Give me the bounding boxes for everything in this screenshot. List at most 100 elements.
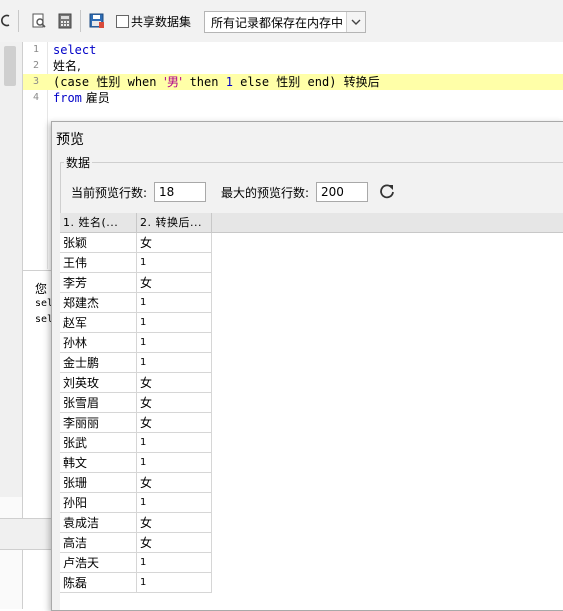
cell-name[interactable]: 袁成洁: [60, 513, 137, 533]
share-dataset-checkbox[interactable]: [116, 15, 129, 28]
table-row[interactable]: 孙林 1: [60, 333, 212, 353]
code-line: 4 from 雇员: [23, 90, 563, 106]
toolbar: 共享数据集 所有记录都保存在内存中: [0, 0, 563, 43]
message-text: 您: [35, 282, 48, 296]
code-token: from: [53, 91, 82, 105]
table-row[interactable]: 赵军 1: [60, 313, 212, 333]
cell-name[interactable]: 李丽丽: [60, 413, 137, 433]
code-token: 雇员: [81, 91, 110, 105]
table-row[interactable]: 韩文 1: [60, 453, 212, 473]
cell-name[interactable]: 孙林: [60, 333, 137, 353]
cell-converted[interactable]: 1: [137, 573, 212, 593]
table-row[interactable]: 孙阳 1: [60, 493, 212, 513]
cell-name[interactable]: 卢浩天: [60, 553, 137, 573]
toolbar-divider: [80, 10, 81, 32]
line-number: 2: [32, 60, 39, 71]
cell-converted[interactable]: 1: [137, 353, 212, 373]
table-row[interactable]: 陈磊 1: [60, 573, 212, 593]
cell-name[interactable]: 张武: [60, 433, 137, 453]
code-token: 1: [225, 75, 233, 89]
cell-name[interactable]: 陈磊: [60, 573, 137, 593]
refresh-icon[interactable]: [0, 12, 18, 30]
cell-converted[interactable]: 女: [137, 513, 212, 533]
code-token: (case: [53, 75, 97, 89]
max-rows-label: 最大的预览行数:: [221, 186, 310, 200]
memory-mode-value: 所有记录都保存在内存中: [211, 16, 344, 30]
cell-name[interactable]: 张雪眉: [60, 393, 137, 413]
cell-converted[interactable]: 女: [137, 413, 212, 433]
code-token: else: [232, 75, 277, 89]
cell-converted[interactable]: 1: [137, 493, 212, 513]
cell-name[interactable]: 张珊: [60, 473, 137, 493]
table-row[interactable]: 李芳女: [60, 273, 212, 293]
code-token: when: [120, 75, 164, 89]
cell-name[interactable]: 金士鹏: [60, 353, 137, 373]
preview-dialog: 预览 数据 当前预览行数: 18 最大的预览行数: 200 1. 姓名(... …: [51, 121, 563, 611]
cell-converted[interactable]: 女: [137, 273, 212, 293]
code-line-highlighted: 3 (case 性别 when '男' then 1 else 性别 end) …: [23, 74, 563, 90]
cell-converted[interactable]: 1: [137, 253, 212, 273]
table-row[interactable]: 李丽丽女: [60, 413, 212, 433]
left-scrollbar[interactable]: [4, 46, 16, 86]
cell-name[interactable]: 孙阳: [60, 493, 137, 513]
cell-converted[interactable]: 1: [137, 553, 212, 573]
code-token: '男': [163, 75, 183, 89]
save-icon[interactable]: [88, 12, 106, 30]
code-token: 转换后: [343, 75, 380, 89]
table-row[interactable]: 张颖女: [60, 233, 212, 253]
cell-name[interactable]: 韩文: [60, 453, 137, 473]
cell-name[interactable]: 高洁: [60, 533, 137, 553]
cell-converted[interactable]: 女: [137, 233, 212, 253]
table-row[interactable]: 张珊女: [60, 473, 212, 493]
cell-name[interactable]: 李芳: [60, 273, 137, 293]
cell-name[interactable]: 刘英玫: [60, 373, 137, 393]
calculator-icon[interactable]: [56, 12, 74, 30]
table-row[interactable]: 高洁女: [60, 533, 212, 553]
grid-header: 1. 姓名(... 2. 转换后...: [60, 213, 563, 233]
cell-converted[interactable]: 女: [137, 373, 212, 393]
preview-grid[interactable]: 1. 姓名(... 2. 转换后... 张颖女王伟 1 李芳女郑建杰 1 赵军 1 孙林 1 金…: [60, 213, 563, 610]
table-row[interactable]: 金士鹏 1: [60, 353, 212, 373]
cell-converted[interactable]: 女: [137, 473, 212, 493]
cell-converted[interactable]: 女: [137, 393, 212, 413]
code-text: select: [53, 43, 97, 57]
max-rows-value: 200: [321, 185, 344, 199]
max-rows-input[interactable]: 200: [316, 182, 368, 202]
cell-converted[interactable]: 1: [137, 333, 212, 353]
grid-empty-area: [212, 233, 563, 610]
column-header-converted[interactable]: 2. 转换后...: [137, 213, 212, 232]
current-rows-value: 18: [159, 185, 175, 199]
table-row[interactable]: 卢浩天 1: [60, 553, 212, 573]
preview-icon[interactable]: [30, 12, 48, 30]
cell-name[interactable]: 赵军: [60, 313, 137, 333]
cell-name[interactable]: 郑建杰: [60, 293, 137, 313]
left-panel-bottom: [0, 497, 22, 609]
cell-converted[interactable]: 1: [137, 293, 212, 313]
cell-name[interactable]: 王伟: [60, 253, 137, 273]
code-line: 1 select: [23, 42, 563, 58]
refresh-icon[interactable]: [378, 182, 396, 200]
share-dataset-label: 共享数据集: [131, 15, 192, 29]
current-rows-input[interactable]: 18: [154, 182, 206, 202]
line-number: 4: [32, 92, 39, 103]
table-row[interactable]: 袁成洁女: [60, 513, 212, 533]
table-row[interactable]: 王伟 1: [60, 253, 212, 273]
table-row[interactable]: 刘英玫女: [60, 373, 212, 393]
line-number: 3: [32, 76, 39, 87]
code-token: end): [300, 75, 344, 89]
column-header-name[interactable]: 1. 姓名(...: [60, 213, 137, 232]
table-row[interactable]: 郑建杰 1: [60, 293, 212, 313]
group-label: 数据: [64, 154, 93, 171]
cell-converted[interactable]: 女: [137, 533, 212, 553]
table-row[interactable]: 张武 1: [60, 433, 212, 453]
code-text: (case 性别 when '男' then 1 else 性别 end) 转换…: [53, 74, 380, 90]
table-row[interactable]: 张雪眉女: [60, 393, 212, 413]
toolbar-divider: [18, 10, 19, 32]
cell-converted[interactable]: 1: [137, 433, 212, 453]
code-token: then: [182, 75, 226, 89]
cell-converted[interactable]: 1: [137, 313, 212, 333]
chevron-down-icon[interactable]: [346, 12, 365, 32]
cell-name[interactable]: 张颖: [60, 233, 137, 253]
cell-converted[interactable]: 1: [137, 453, 212, 473]
memory-mode-select[interactable]: 所有记录都保存在内存中: [204, 11, 366, 33]
